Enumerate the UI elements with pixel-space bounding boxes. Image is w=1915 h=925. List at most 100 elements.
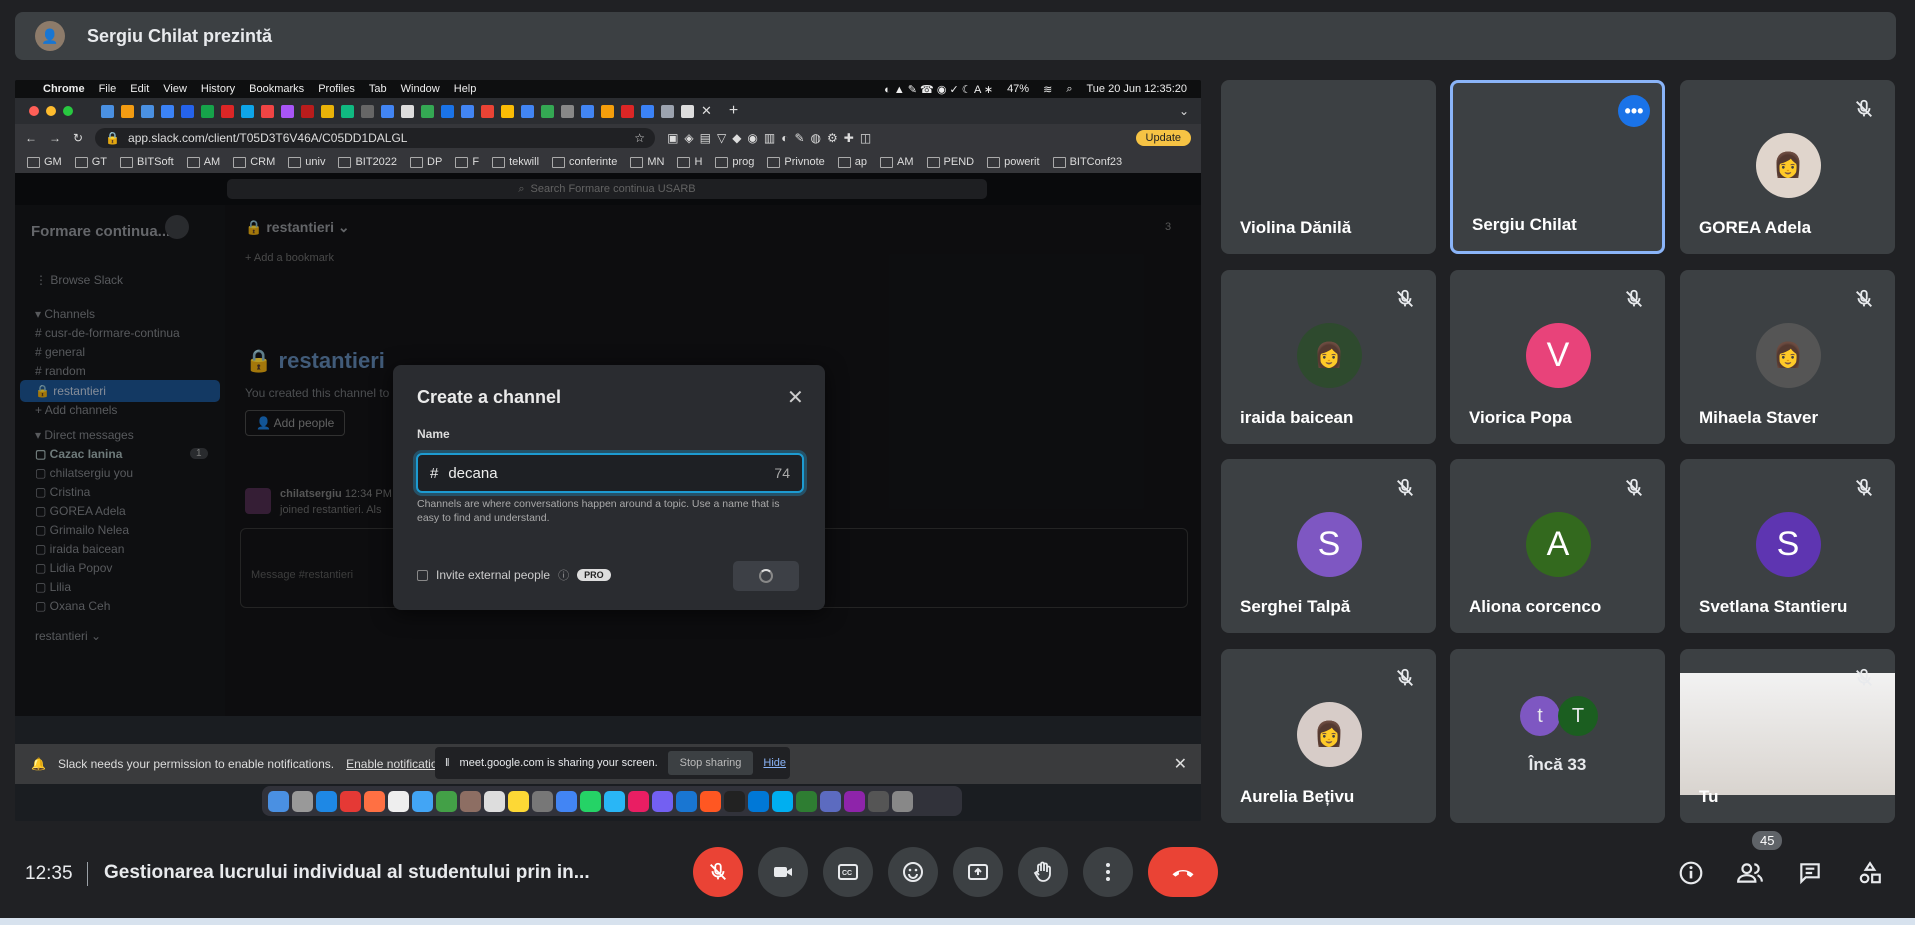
app-icon[interactable]	[676, 790, 697, 812]
tab-favicon[interactable]	[661, 104, 674, 118]
captions-button[interactable]: CC	[823, 847, 873, 897]
hide-button[interactable]: Hide	[763, 757, 786, 769]
participant-tile[interactable]: S Svetlana Stantieru	[1680, 459, 1895, 633]
bookmark-item[interactable]: Privnote	[767, 156, 824, 168]
invite-external-checkbox[interactable]	[417, 569, 428, 581]
bookmark-item[interactable]: powerit	[987, 156, 1039, 168]
tab-favicon[interactable]	[401, 104, 414, 118]
slack-icon[interactable]	[628, 790, 649, 812]
skype-icon[interactable]	[772, 790, 793, 812]
participant-tile[interactable]: Violina Dănilă	[1221, 80, 1436, 254]
bookmark-item[interactable]: GM	[27, 156, 62, 168]
participant-tile[interactable]: 👩 iraida baicean	[1221, 270, 1436, 444]
reactions-button[interactable]	[888, 847, 938, 897]
menu-tab[interactable]: Tab	[369, 83, 387, 95]
settings-icon[interactable]	[532, 790, 553, 812]
close-icon[interactable]: ✕	[1174, 754, 1187, 774]
present-button[interactable]	[953, 847, 1003, 897]
app-icon[interactable]	[796, 790, 817, 812]
tab-favicon[interactable]	[281, 104, 294, 118]
bookmark-item[interactable]: BIT2022	[338, 156, 397, 168]
app-icon[interactable]	[820, 790, 841, 812]
app-icon[interactable]	[868, 790, 889, 812]
create-button-loading[interactable]	[733, 561, 799, 591]
contacts-icon[interactable]	[460, 790, 481, 812]
participant-tile[interactable]: 👩 Aurelia Bețivu	[1221, 649, 1436, 823]
tab-favicon[interactable]	[221, 104, 234, 118]
bookmark-item[interactable]: AM	[187, 156, 221, 168]
launchpad-icon[interactable]	[292, 790, 313, 812]
search-icon[interactable]: ⌕	[1066, 83, 1072, 96]
meeting-title[interactable]: Gestionarea lucrului individual al stude…	[104, 862, 590, 884]
bookmark-item[interactable]: univ	[288, 156, 325, 168]
tab-favicon[interactable]	[501, 104, 514, 118]
more-options-icon[interactable]: •••	[1618, 95, 1650, 127]
info-icon[interactable]: ⓘ	[558, 567, 569, 583]
tab-favicon[interactable]	[481, 104, 494, 118]
update-button[interactable]: Update	[1135, 129, 1191, 146]
participant-tile[interactable]: 👩 GOREA Adela	[1680, 80, 1895, 254]
participant-tile[interactable]: A Aliona corcenco	[1450, 459, 1665, 633]
back-icon[interactable]: ←	[25, 131, 37, 145]
channel-name-input[interactable]: # decana 74	[416, 453, 804, 493]
tab-favicon[interactable]	[561, 104, 574, 118]
phpstorm-icon[interactable]	[844, 790, 865, 812]
tab-favicon[interactable]	[381, 104, 394, 118]
tab-favicon[interactable]	[141, 104, 154, 118]
tab-favicon[interactable]	[621, 104, 634, 118]
bookmark-item[interactable]: GT	[75, 156, 107, 168]
reload-icon[interactable]: ↻	[73, 131, 83, 145]
tab-favicon[interactable]	[441, 104, 454, 118]
tab-favicon[interactable]	[541, 104, 554, 118]
minimize-window-icon[interactable]	[46, 106, 56, 116]
menu-chrome[interactable]: Chrome	[43, 83, 85, 95]
mail-icon[interactable]	[412, 790, 433, 812]
tab-favicon[interactable]	[521, 104, 534, 118]
viber-icon[interactable]	[652, 790, 673, 812]
trash-icon[interactable]	[892, 790, 913, 812]
extension-icons[interactable]: ▣◈▤▽◆◉▥◐✎◍⚙✚◫	[667, 131, 877, 145]
bookmark-item[interactable]: prog	[715, 156, 754, 168]
terminal-icon[interactable]	[724, 790, 745, 812]
zoom-window-icon[interactable]	[63, 106, 73, 116]
bookmark-item[interactable]: tekwill	[492, 156, 539, 168]
bookmark-item[interactable]: F	[455, 156, 479, 168]
tab-favicon[interactable]	[161, 104, 174, 118]
tab-favicon[interactable]	[321, 104, 334, 118]
url-field[interactable]: 🔒 app.slack.com/client/T05D3T6V46A/C05DD…	[95, 127, 656, 148]
tab-favicon[interactable]	[241, 104, 254, 118]
tab-favicon[interactable]	[461, 104, 474, 118]
tab-favicon[interactable]	[421, 104, 434, 118]
app-icon[interactable]	[700, 790, 721, 812]
menu-profiles[interactable]: Profiles	[318, 83, 355, 95]
more-options-button[interactable]	[1083, 847, 1133, 897]
finder-icon[interactable]	[268, 790, 289, 812]
bookmark-item[interactable]: DP	[410, 156, 442, 168]
star-icon[interactable]: ☆	[634, 131, 645, 145]
tab-favicon[interactable]	[201, 104, 214, 118]
bookmark-item[interactable]: ap	[838, 156, 867, 168]
tab-favicon[interactable]	[601, 104, 614, 118]
bookmark-item[interactable]: BITSoft	[120, 156, 174, 168]
opera-icon[interactable]	[340, 790, 361, 812]
camera-button[interactable]	[758, 847, 808, 897]
menu-bookmarks[interactable]: Bookmarks	[249, 83, 304, 95]
bookmark-item[interactable]: PEND	[927, 156, 975, 168]
participant-tile[interactable]: S Serghei Talpă	[1221, 459, 1436, 633]
stop-sharing-button[interactable]: Stop sharing	[667, 751, 754, 775]
menu-file[interactable]: File	[99, 83, 117, 95]
messages-icon[interactable]	[436, 790, 457, 812]
menu-view[interactable]: View	[163, 83, 187, 95]
chat-button[interactable]	[1795, 858, 1825, 888]
bookmark-item[interactable]: H	[677, 156, 702, 168]
close-icon[interactable]: ✕	[787, 385, 804, 410]
close-window-icon[interactable]	[29, 106, 39, 116]
people-button[interactable]	[1735, 858, 1765, 888]
leave-call-button[interactable]	[1148, 847, 1218, 897]
bookmark-item[interactable]: MN	[630, 156, 664, 168]
bookmark-item[interactable]: CRM	[233, 156, 275, 168]
chrome-icon[interactable]	[556, 790, 577, 812]
tab-favicon[interactable]	[341, 104, 354, 118]
tab-favicon[interactable]	[581, 104, 594, 118]
tab-favicon[interactable]	[641, 104, 654, 118]
